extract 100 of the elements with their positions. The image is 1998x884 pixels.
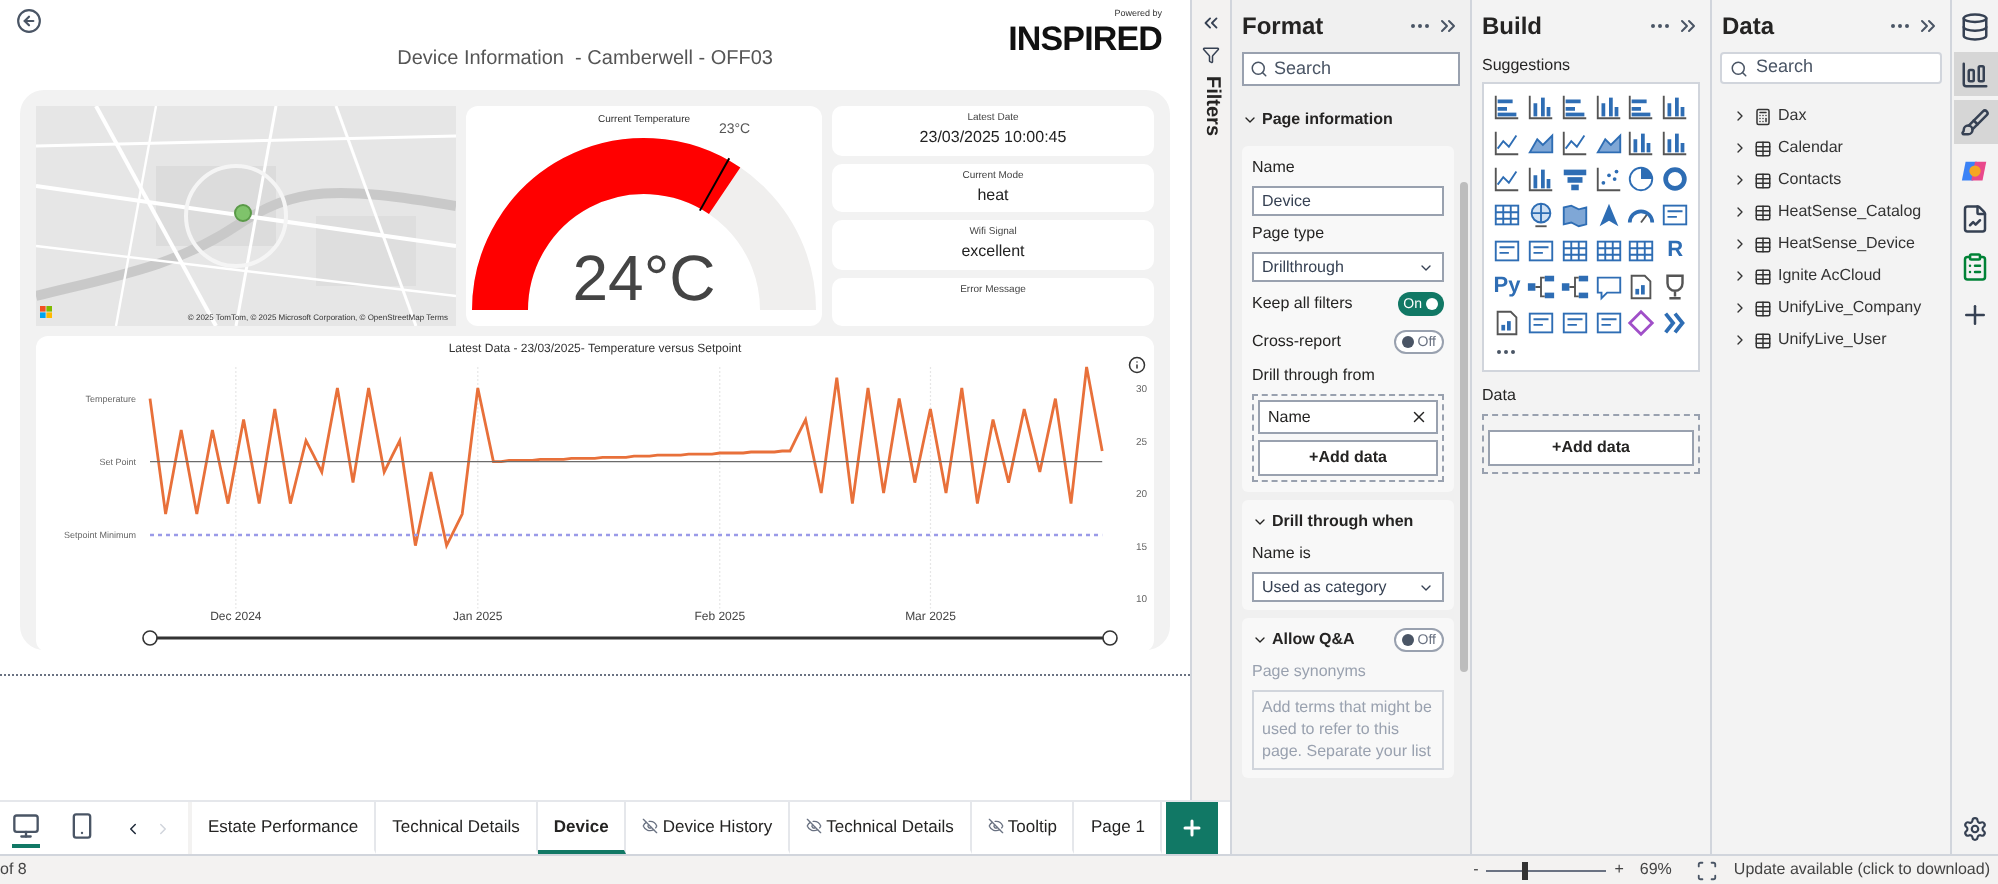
page-tab[interactable]: Device History — [626, 802, 791, 854]
page-tab[interactable]: Page 1 — [1074, 802, 1163, 854]
field-label: Name is — [1252, 542, 1313, 566]
column-chart-icon[interactable] — [1626, 128, 1657, 158]
map-logo-icon — [40, 306, 52, 318]
section-header[interactable]: Drill through when — [1252, 508, 1444, 536]
database-icon — [1960, 11, 1990, 41]
page-tab[interactable]: Technical Details — [376, 802, 538, 854]
area-chart-icon[interactable] — [1593, 128, 1623, 158]
section-header[interactable]: Page information — [1242, 102, 1454, 138]
bar-chart-icon[interactable] — [1492, 92, 1522, 122]
page-type-dropdown[interactable]: Drillthrough — [1252, 252, 1444, 282]
donut-chart-icon[interactable] — [1660, 164, 1691, 194]
fit-to-page-icon[interactable] — [1695, 859, 1718, 881]
remove-icon[interactable] — [1410, 408, 1428, 426]
add-data-button[interactable]: +Add data — [1488, 430, 1694, 466]
card-icon[interactable] — [1559, 308, 1590, 338]
settings-icon[interactable] — [1962, 816, 1988, 842]
card-icon[interactable] — [1593, 308, 1623, 338]
field-label: Page synonyms — [1252, 660, 1368, 684]
monitor-icon — [12, 812, 40, 840]
synonyms-field[interactable]: Add terms that might be used to refer to this page. Separate your list — [1252, 690, 1444, 770]
table-item[interactable]: UnifyLive_User — [1732, 324, 1950, 356]
calculator-icon — [1754, 107, 1772, 125]
diamond-icon[interactable] — [1626, 308, 1657, 338]
page-tab[interactable]: Estate Performance — [192, 802, 377, 854]
condition-dropdown[interactable]: Used as category — [1252, 572, 1444, 602]
search-input[interactable]: Search — [1756, 54, 1916, 82]
update-link[interactable]: Update available (click to download) — [1733, 858, 1990, 882]
pie-chart-icon[interactable] — [1626, 164, 1657, 194]
column-chart-icon[interactable] — [1525, 164, 1556, 194]
field-chip[interactable]: Name — [1258, 400, 1438, 434]
tree-diagram-icon[interactable] — [1525, 272, 1556, 302]
area-chart-icon[interactable] — [1525, 128, 1556, 158]
collapse-icon[interactable] — [1916, 14, 1940, 38]
table-item[interactable]: UnifyLive_Company — [1732, 292, 1950, 324]
back-icon[interactable] — [16, 8, 42, 34]
zoom-in-button[interactable]: + — [1610, 858, 1628, 882]
search-field[interactable]: Search — [1242, 52, 1460, 86]
card-value: heat — [977, 183, 1009, 205]
toggle-label: Keep all filters — [1252, 292, 1353, 316]
line-chart-icon[interactable] — [1559, 128, 1590, 158]
card-icon[interactable] — [1525, 236, 1556, 266]
search-input[interactable]: Search — [1274, 55, 1434, 83]
table-item[interactable]: HeatSense_Catalog — [1732, 196, 1950, 228]
table-item[interactable]: Ignite AcCloud — [1732, 260, 1950, 292]
document-icon[interactable] — [1626, 272, 1657, 302]
previous-page-icon[interactable] — [124, 819, 142, 837]
add-data-button[interactable]: +Add data — [1258, 440, 1438, 476]
column-chart-icon[interactable] — [1593, 92, 1623, 122]
page-tab[interactable]: Device — [537, 802, 627, 854]
column-chart-icon[interactable] — [1525, 92, 1556, 122]
section-label: Data — [1480, 384, 1518, 408]
document-icon[interactable] — [1492, 308, 1522, 338]
bar-chart-icon[interactable] — [1559, 92, 1590, 122]
bar-chart-icon[interactable] — [1626, 92, 1657, 122]
line-chart-icon[interactable] — [1492, 164, 1522, 194]
range-slider[interactable] — [141, 630, 1117, 646]
chart-button[interactable] — [1953, 52, 1997, 96]
gauge-value: 24°C — [572, 242, 716, 314]
page-tab[interactable]: Tooltip — [971, 802, 1075, 854]
funnel-chart-icon[interactable] — [1559, 164, 1590, 194]
table-icon[interactable] — [1492, 200, 1522, 230]
column-chart-icon[interactable] — [1660, 128, 1691, 158]
table-item[interactable]: Calendar — [1732, 132, 1950, 164]
brush-button[interactable] — [1953, 100, 1997, 144]
table-icon[interactable] — [1626, 236, 1657, 266]
speech-bubble-icon[interactable] — [1593, 272, 1623, 302]
table-item[interactable]: Contacts — [1732, 164, 1950, 196]
add-page-button[interactable] — [1166, 802, 1219, 854]
collapse-icon[interactable] — [1436, 14, 1460, 38]
table-icon[interactable] — [1593, 236, 1623, 266]
scatter-chart-icon[interactable] — [1593, 164, 1623, 194]
column-chart-icon[interactable] — [1660, 92, 1691, 122]
slider-thumb[interactable] — [1522, 861, 1529, 879]
zoom-out-button[interactable]: - — [1469, 858, 1483, 882]
python-visual-button[interactable]: Py — [1490, 270, 1524, 304]
collapse-icon[interactable] — [1676, 14, 1700, 38]
r-visual-button[interactable]: R — [1658, 234, 1693, 268]
table-item[interactable]: Dax — [1732, 100, 1950, 132]
name-field[interactable]: Device — [1252, 186, 1444, 216]
line-chart-icon[interactable] — [1492, 128, 1522, 158]
desktop-view-button[interactable] — [12, 808, 40, 848]
info-icon[interactable] — [1128, 356, 1146, 374]
tree-diagram-icon[interactable] — [1559, 272, 1590, 302]
expand-icon[interactable] — [1200, 12, 1222, 34]
search-field[interactable]: Search — [1720, 52, 1942, 84]
section-header[interactable]: Allow Q&A — [1252, 628, 1355, 652]
card-icon[interactable] — [1525, 308, 1556, 338]
map-icon[interactable] — [1559, 200, 1590, 230]
table-item[interactable]: HeatSense_Device — [1732, 228, 1950, 260]
page-tab[interactable]: Technical Details — [790, 802, 972, 854]
card-icon[interactable] — [1660, 200, 1691, 230]
hidden-icon — [642, 818, 659, 834]
chevron-down-icon — [1242, 112, 1258, 128]
globe-icon[interactable] — [1525, 200, 1556, 230]
table-icon[interactable] — [1559, 236, 1590, 266]
card-icon[interactable] — [1492, 236, 1522, 266]
chevron-down-icon — [1252, 514, 1268, 530]
section-label: Suggestions — [1480, 54, 1573, 78]
